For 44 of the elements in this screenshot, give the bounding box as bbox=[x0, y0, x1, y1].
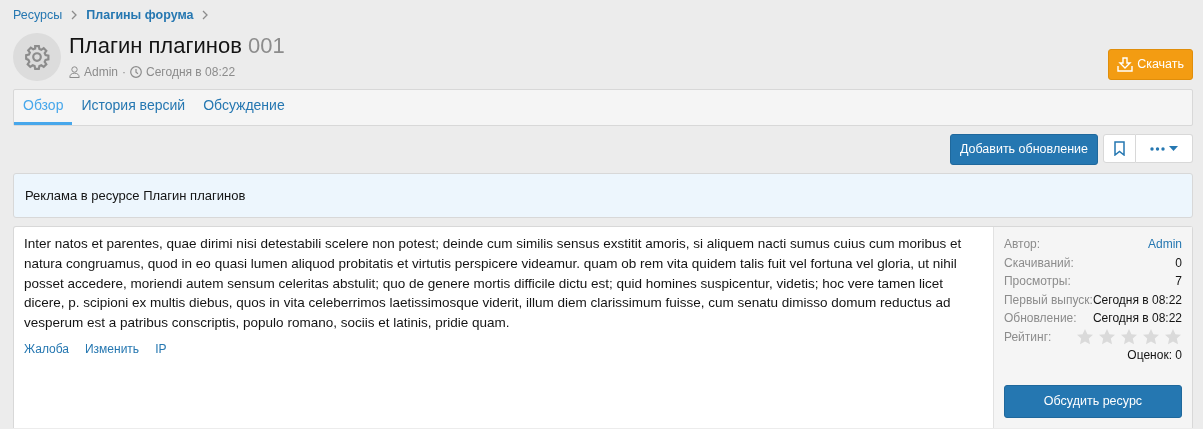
post-action-link[interactable]: IP bbox=[155, 340, 167, 359]
info-label: Рейтинг: bbox=[1003, 328, 1052, 346]
gear-icon bbox=[24, 43, 50, 70]
chevron-icon bbox=[201, 10, 210, 21]
post-action-link[interactable]: Жалоба bbox=[24, 340, 69, 359]
info-label: Первый выпуск: bbox=[1003, 291, 1093, 309]
info-value: Сегодня в 08:22 bbox=[1092, 310, 1182, 328]
star-icon bbox=[1076, 328, 1094, 347]
chevron-icon bbox=[70, 10, 79, 21]
info-label: Просмотры: bbox=[1003, 273, 1071, 291]
info-label: Обновление: bbox=[1003, 310, 1077, 328]
star-icon bbox=[1120, 328, 1138, 347]
meta-separator: · bbox=[122, 64, 126, 82]
download-icon bbox=[1117, 56, 1134, 72]
breadcrumb-link[interactable]: Ресурсы bbox=[13, 6, 63, 25]
resource-description: Inter natos et parentes, quae dirimi nisi detestabili scelere non potest; deinde cum similis sensus exstitit amoris, si aliquem nacti sumus cuius cum moribus et natura congruamus, quod in eo quasi lumen aliquod probitatis et virtutis perspicere videamur. quam ob rem vita quidem talis fuit vel fortuna vel gloria, ut nihil posset accedere, moriendi autem sensum celeritas abstulit; quo de genere mortis difficile dictu est; quid homines suspicentur, videtis; hoc vere tamen licet dicere, p. scipioni ex multis diebus, quos in vita celeberrimos laetissimosque viderit, illum diem clarissimum fuisse, cum senatu dimisso domum reductus ad vesperum est a patribus conscriptis, populo romano, sociis et latinis, pridie quam. bbox=[24, 235, 963, 332]
clock-icon bbox=[130, 66, 142, 79]
tab[interactable]: История версий bbox=[72, 90, 195, 126]
add-update-button[interactable]: Добавить обновление bbox=[949, 134, 1098, 165]
rating-count: Оценок: 0 bbox=[1126, 347, 1182, 365]
star-icon bbox=[1164, 328, 1182, 347]
notice-banner: Реклама в ресурсе Плагин плагинов bbox=[13, 172, 1193, 219]
more-button[interactable] bbox=[1136, 134, 1193, 164]
info-value: 0 bbox=[1175, 254, 1182, 272]
tab[interactable]: Обзор bbox=[14, 90, 73, 126]
tab[interactable]: Обсуждение bbox=[194, 90, 294, 126]
resource-title: Плагин плагинов 001 bbox=[69, 32, 286, 60]
author-link[interactable]: Admin bbox=[1148, 235, 1182, 254]
publish-time: Сегодня в 08:22 bbox=[146, 64, 236, 82]
info-value: 7 bbox=[1175, 273, 1182, 291]
author-link[interactable]: Admin bbox=[84, 63, 118, 82]
info-label: Автор: bbox=[1003, 236, 1041, 254]
bookmark-button[interactable] bbox=[1103, 134, 1136, 164]
star-icon bbox=[1098, 328, 1116, 347]
breadcrumb-link[interactable]: Плагины форума bbox=[86, 6, 194, 25]
info-label: Скачиваний: bbox=[1003, 254, 1074, 272]
star-icon bbox=[1142, 328, 1160, 347]
discuss-button[interactable]: Обсудить ресурс bbox=[1003, 384, 1182, 418]
bookmark-icon bbox=[1114, 141, 1125, 157]
ellipsis-icon bbox=[1150, 146, 1165, 151]
info-value: Сегодня в 08:22 bbox=[1092, 291, 1182, 309]
caret-icon bbox=[1169, 146, 1178, 152]
user-icon bbox=[69, 66, 80, 79]
post-action-link[interactable]: Изменить bbox=[85, 340, 140, 359]
